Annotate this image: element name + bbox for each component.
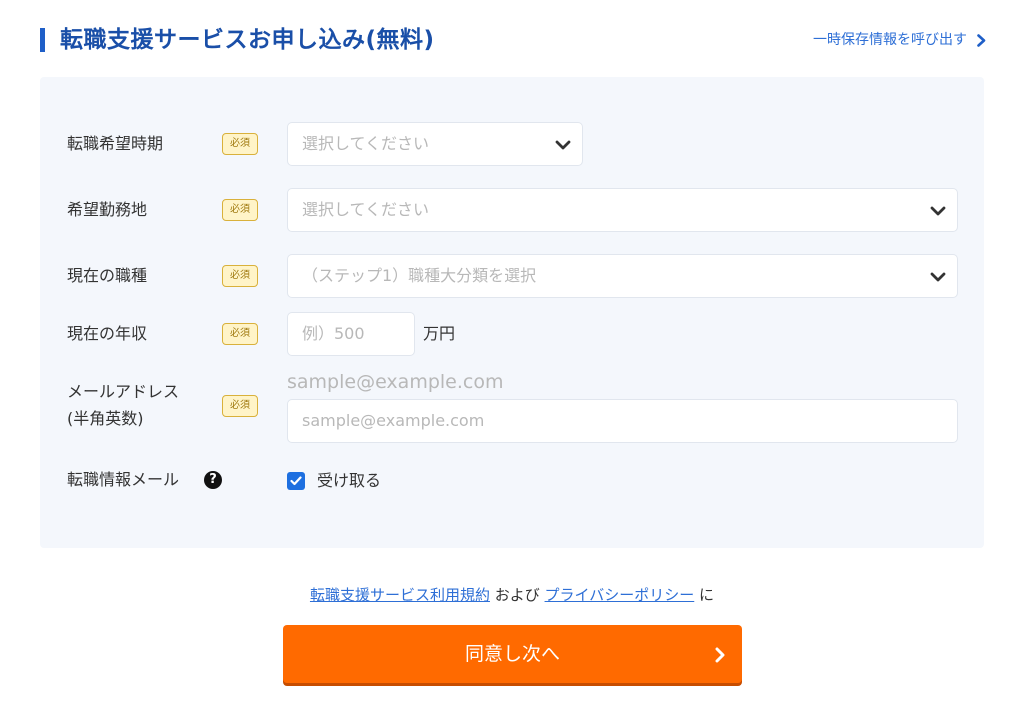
occupation-select-placeholder: （ステップ1）職種大分類を選択 — [302, 266, 537, 285]
application-form: 転職希望時期 必須 選択してください 希望勤務地 必須 選択してください 現在の… — [40, 77, 984, 548]
check-icon — [290, 476, 302, 486]
email-label-line1: メールアドレス — [67, 382, 180, 401]
email-input[interactable]: sample@example.com — [287, 399, 958, 443]
required-badge: 必須 — [222, 323, 258, 345]
page-title: 転職支援サービスお申し込み(無料) — [60, 27, 435, 53]
income-unit: 万円 — [423, 324, 456, 343]
chevron-right-icon — [715, 647, 725, 663]
privacy-policy-link[interactable]: プライバシーポリシー — [545, 586, 695, 604]
agreement-and-text: および — [494, 586, 540, 604]
timing-label: 転職希望時期 — [67, 134, 164, 153]
required-badge: 必須 — [222, 395, 258, 417]
chevron-down-icon — [930, 206, 946, 216]
occupation-select[interactable]: （ステップ1）職種大分類を選択 — [287, 254, 958, 298]
location-select-placeholder: 選択してください — [302, 200, 430, 219]
recall-saved-info-link[interactable]: 一時保存情報を呼び出す — [813, 22, 986, 58]
timing-select-placeholder: 選択してください — [302, 134, 430, 153]
newsletter-label: 転職情報メール — [67, 470, 180, 489]
terms-of-service-link[interactable]: 転職支援サービス利用規約 — [310, 586, 490, 604]
newsletter-checkbox[interactable] — [287, 472, 305, 490]
recall-saved-info-label: 一時保存情報を呼び出す — [813, 32, 967, 48]
chevron-right-icon — [977, 33, 986, 47]
email-example-hint: sample@example.com — [287, 371, 504, 393]
income-input-placeholder: 例）500 — [302, 324, 365, 343]
email-input-placeholder: sample@example.com — [302, 411, 485, 430]
email-label-line2: (半角英数) — [67, 409, 144, 428]
location-select[interactable]: 選択してください — [287, 188, 958, 232]
page-header: 転職支援サービスお申し込み(無料) 一時保存情報を呼び出す — [40, 22, 988, 58]
income-label: 現在の年収 — [67, 324, 148, 343]
chevron-down-icon — [555, 140, 571, 150]
newsletter-checkbox-label[interactable]: 受け取る — [317, 469, 381, 493]
chevron-down-icon — [930, 272, 946, 282]
agree-and-next-label: 同意し次へ — [464, 643, 560, 665]
timing-select[interactable]: 選択してください — [287, 122, 583, 166]
occupation-label: 現在の職種 — [67, 266, 148, 285]
question-circle-icon[interactable]: ? — [204, 471, 222, 489]
income-input[interactable]: 例）500 — [287, 312, 415, 356]
agreement-suffix-text: に — [699, 586, 715, 604]
location-label: 希望勤務地 — [67, 200, 148, 219]
title-accent-bar — [40, 28, 45, 52]
required-badge: 必須 — [222, 199, 258, 221]
agree-and-next-button[interactable]: 同意し次へ — [283, 625, 742, 683]
required-badge: 必須 — [222, 133, 258, 155]
required-badge: 必須 — [222, 265, 258, 287]
agreement-text: 転職支援サービス利用規約 および プライバシーポリシー に — [0, 583, 1024, 607]
